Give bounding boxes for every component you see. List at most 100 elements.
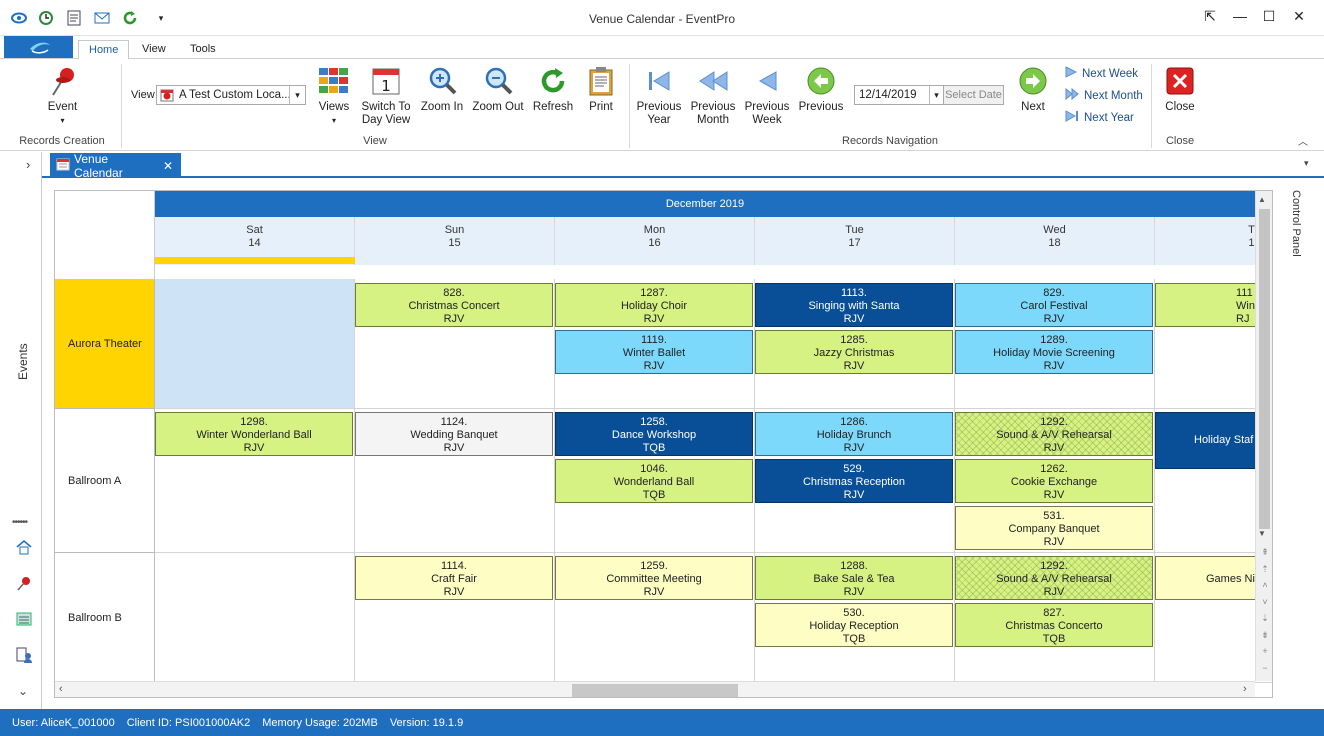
app-menu-button[interactable] bbox=[4, 36, 73, 58]
event-block[interactable]: 1288. Bake Sale & Tea RJV bbox=[755, 556, 953, 600]
event-block[interactable]: 1114. Craft Fair RJV bbox=[355, 556, 553, 600]
event-block[interactable]: 1292. Sound & A/V Rehearsal RJV bbox=[955, 412, 1153, 456]
tab-venue-calendar[interactable]: Venue Calendar ✕ bbox=[50, 152, 181, 180]
event-block[interactable]: 1119. Winter Ballet RJV bbox=[555, 330, 753, 374]
day-header[interactable]: Tue 17 bbox=[755, 217, 955, 265]
print-button[interactable]: Print bbox=[583, 65, 619, 114]
zoom-out-button[interactable]: Zoom Out bbox=[472, 65, 524, 114]
zoom-out-icon bbox=[482, 65, 514, 97]
event-block[interactable]: 1259. Committee Meeting RJV bbox=[555, 556, 753, 600]
scroll-right-icon[interactable]: › bbox=[1243, 683, 1247, 695]
event-block[interactable]: 1287. Holiday Choir RJV bbox=[555, 283, 753, 327]
vertical-scrollbar[interactable]: ▲ ▼ ⇞ ⇡ ˄ ˅ ⇣ ⇟ + − bbox=[1255, 191, 1272, 681]
group-label-records-creation: Records Creation bbox=[19, 135, 105, 147]
resource-ballroom-a[interactable]: Ballroom A bbox=[55, 409, 155, 553]
event-block[interactable]: 1262. Cookie Exchange RJV bbox=[955, 459, 1153, 503]
view-label: View bbox=[131, 89, 155, 101]
group-label-records-navigation: Records Navigation bbox=[842, 135, 938, 147]
previous-button[interactable]: Previous bbox=[798, 65, 844, 114]
ribbon-separator bbox=[1151, 64, 1152, 148]
previous-month-button[interactable]: Previous Month bbox=[689, 65, 737, 127]
status-version: Version: 19.1.9 bbox=[389, 716, 464, 729]
scroll-up-icon[interactable]: ▲ bbox=[1258, 195, 1266, 204]
chevron-down-icon[interactable]: ▾ bbox=[289, 86, 305, 104]
event-block[interactable]: 827. Christmas Concerto TQB bbox=[955, 603, 1153, 647]
event-button[interactable]: Event ▾ bbox=[40, 65, 85, 127]
maximize-button[interactable]: ☐ bbox=[1257, 8, 1281, 28]
switch-to-day-view-button[interactable]: 1 Switch To Day View bbox=[360, 65, 412, 127]
horizontal-scroll-thumb[interactable] bbox=[572, 684, 738, 697]
app-logo-icon bbox=[30, 42, 50, 54]
tab-menu-chevron-icon[interactable]: ▾ bbox=[1304, 158, 1309, 169]
pushpin-icon[interactable] bbox=[16, 575, 32, 594]
resource-ballroom-b[interactable]: Ballroom B bbox=[55, 553, 155, 683]
splitter-handle[interactable]: •••••• bbox=[12, 517, 28, 528]
event-block[interactable]: 1285. Jazzy Christmas RJV bbox=[755, 330, 953, 374]
chevron-right-icon[interactable]: › bbox=[26, 157, 30, 172]
events-side-label[interactable]: Events bbox=[16, 300, 32, 380]
refresh-button[interactable]: Refresh bbox=[531, 65, 575, 114]
list-panel-icon[interactable] bbox=[16, 611, 32, 630]
minimize-button[interactable]: — bbox=[1228, 8, 1252, 28]
ribbon-separator bbox=[629, 64, 630, 148]
view-select[interactable]: A Test Custom Loca... ▾ bbox=[156, 85, 306, 105]
close-button[interactable]: Close bbox=[1160, 65, 1200, 114]
back-arrow-icon bbox=[751, 65, 783, 97]
status-memory: Memory Usage: 202MB bbox=[262, 716, 378, 729]
scroll-down-icon[interactable]: ▼ bbox=[1258, 529, 1266, 538]
event-block[interactable]: 531. Company Banquet RJV bbox=[955, 506, 1153, 550]
zoom-in-button[interactable]: Zoom In bbox=[419, 65, 465, 114]
user-list-icon[interactable] bbox=[16, 647, 32, 666]
home-icon[interactable] bbox=[16, 539, 32, 558]
close-window-button[interactable]: ✕ bbox=[1287, 8, 1311, 28]
event-block[interactable]: 1258. Dance Workshop TQB bbox=[555, 412, 753, 456]
close-tab-icon[interactable]: ✕ bbox=[163, 159, 173, 173]
next-year-button[interactable]: Next Year bbox=[1065, 110, 1134, 125]
tab-home[interactable]: Home bbox=[78, 40, 130, 59]
next-week-button[interactable]: Next Week bbox=[1065, 66, 1138, 81]
day-header[interactable]: Wed 18 bbox=[955, 217, 1155, 265]
event-block[interactable]: 530. Holiday Reception TQB bbox=[755, 603, 953, 647]
corner-cell bbox=[55, 191, 155, 279]
event-block[interactable]: 529. Christmas Reception RJV bbox=[755, 459, 953, 503]
navigation-arrows[interactable]: ⇞ ⇡ ˄ ˅ ⇣ ⇟ + − bbox=[1259, 544, 1271, 676]
event-block[interactable]: 1124. Wedding Banquet RJV bbox=[355, 412, 553, 456]
previous-week-button[interactable]: Previous Week bbox=[743, 65, 791, 127]
next-button[interactable]: Next bbox=[1014, 65, 1052, 114]
close-x-icon bbox=[1164, 65, 1196, 97]
chevron-down-icon[interactable]: ▾ bbox=[929, 86, 943, 104]
event-block[interactable]: 1298. Winter Wonderland Ball RJV bbox=[155, 412, 353, 456]
next-month-button[interactable]: Next Month bbox=[1065, 87, 1143, 103]
event-block[interactable]: 1286. Holiday Brunch RJV bbox=[755, 412, 953, 456]
event-block[interactable]: 1046. Wonderland Ball TQB bbox=[555, 459, 753, 503]
event-block[interactable]: 1292. Sound & A/V Rehearsal RJV bbox=[955, 556, 1153, 600]
tab-tools[interactable]: Tools bbox=[180, 40, 226, 59]
horizontal-scrollbar[interactable]: ‹ › bbox=[55, 681, 1255, 697]
calendar-cell-selected[interactable] bbox=[155, 279, 355, 409]
restore-ribbon-icon[interactable]: ⇱ bbox=[1198, 8, 1222, 28]
collapse-ribbon-icon[interactable]: ︿ bbox=[1298, 133, 1308, 148]
chevron-down-icon[interactable]: ⌄ bbox=[18, 684, 28, 698]
views-button[interactable]: Views ▾ bbox=[315, 65, 353, 127]
day-header[interactable]: Mon 16 bbox=[555, 217, 755, 265]
skip-forward-icon bbox=[1065, 110, 1079, 125]
event-block[interactable]: 1289. Holiday Movie Screening RJV bbox=[955, 330, 1153, 374]
date-input[interactable]: 12/14/2019 ▾ bbox=[854, 85, 944, 105]
resource-aurora-theater[interactable]: Aurora Theater bbox=[55, 279, 155, 409]
scroll-left-icon[interactable]: ‹ bbox=[59, 683, 63, 695]
event-block[interactable]: 1113. Singing with Santa RJV bbox=[755, 283, 953, 327]
vertical-scroll-thumb[interactable] bbox=[1259, 209, 1270, 529]
status-bar: User: AliceK_001000 Client ID: PSI001000… bbox=[0, 709, 1324, 736]
previous-year-button[interactable]: Previous Year bbox=[636, 65, 682, 127]
calendar-cell[interactable] bbox=[155, 553, 355, 683]
event-block[interactable]: 829. Carol Festival RJV bbox=[955, 283, 1153, 327]
group-label-view: View bbox=[363, 135, 387, 147]
venue-calendar-grid: December 2019 Sat 14 Sun 15 Mon 16 Tue 17 We… bbox=[54, 190, 1273, 698]
tab-view[interactable]: View bbox=[132, 40, 176, 59]
event-block[interactable]: 828. Christmas Concert RJV bbox=[355, 283, 553, 327]
svg-text:1: 1 bbox=[381, 77, 391, 95]
select-date-button[interactable]: Select Date bbox=[943, 85, 1004, 105]
control-panel-label[interactable]: Control Panel bbox=[1282, 190, 1302, 290]
day-header[interactable]: Sun 15 bbox=[355, 217, 555, 265]
grid-views-icon bbox=[318, 65, 350, 97]
